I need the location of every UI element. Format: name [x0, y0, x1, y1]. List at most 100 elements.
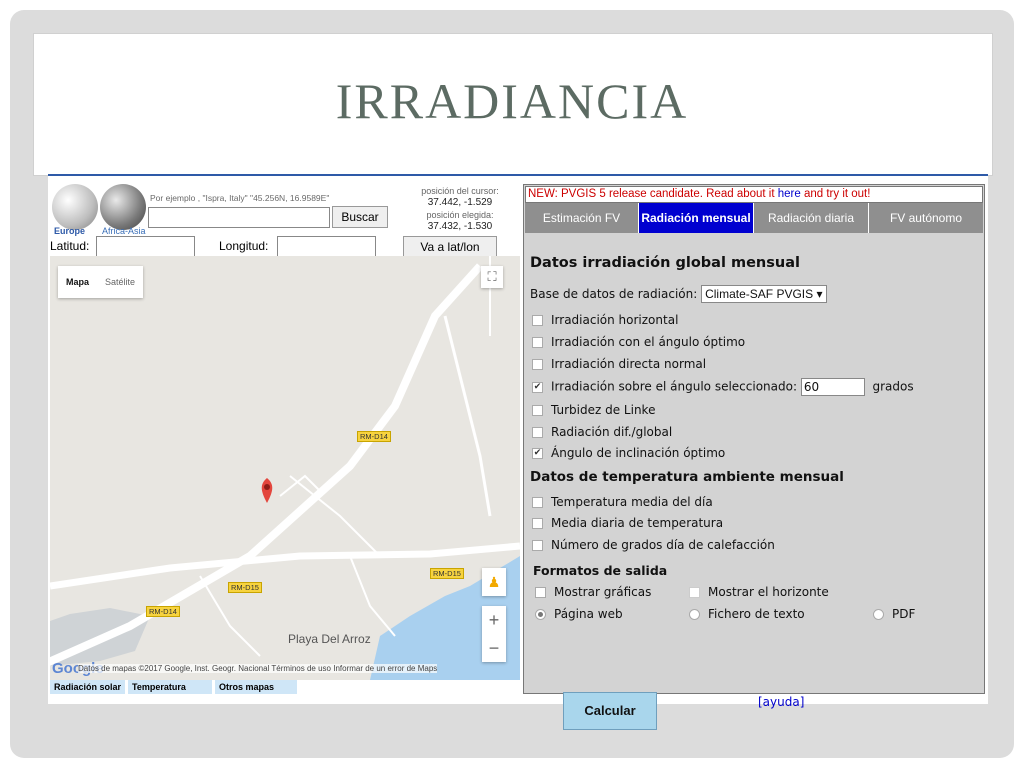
zoom-out-button[interactable]: − [482, 634, 506, 662]
news-link[interactable]: here [778, 188, 801, 200]
europe-label[interactable]: Europe [54, 226, 85, 236]
tab-fv-autonomo[interactable]: FV autónomo [869, 203, 983, 233]
option-label: Media diaria de temperatura [551, 516, 724, 530]
position-readout: posición del cursor: 37.442, -1.529 posi… [410, 185, 510, 233]
radio[interactable] [873, 609, 884, 620]
bottom-tabs: Radiación solar Temperatura Otros mapas [50, 680, 300, 694]
checkbox-checked[interactable]: ✔ [532, 448, 543, 459]
option-label: Irradiación con el ángulo óptimo [551, 335, 746, 349]
checkbox[interactable] [532, 359, 543, 370]
option-label: Temperatura media del día [551, 495, 713, 509]
road-label: RM-D14 [146, 606, 180, 617]
europe-globe-icon[interactable] [52, 184, 98, 230]
option-label: Mostrar el horizonte [708, 585, 829, 599]
tab-bar: Estimación FV Radiación mensual Radiació… [525, 203, 983, 233]
map-attribution[interactable]: Datos de mapas ©2017 Google, Inst. Geogr… [78, 664, 438, 673]
option-label: Irradiación sobre el ángulo seleccionado… [551, 379, 798, 394]
option-row: PDF [871, 607, 915, 621]
map-view[interactable]: Mapa Satélite ⛶ RM-D14 RM-D15 RM-D15 RM-… [50, 256, 520, 680]
option-row: Irradiación directa normal [530, 357, 706, 371]
option-row: Mostrar el horizonte [687, 585, 829, 599]
tab-estimacion-fv[interactable]: Estimación FV [525, 203, 639, 233]
checkbox[interactable] [532, 497, 543, 508]
option-row: Media diaria de temperatura [530, 516, 723, 530]
angle-input[interactable]: 60 [800, 378, 865, 396]
heading-temperature: Datos de temperatura ambiente mensual [530, 469, 844, 485]
search-example: Por ejemplo , "Ispra, Italy" "45.256N, 1… [150, 193, 330, 203]
checkbox-checked[interactable]: ✔ [532, 381, 543, 393]
tab-temperature[interactable]: Temperatura [128, 680, 213, 694]
chevron-down-icon: ▾ [816, 287, 823, 301]
tab-radiacion-mensual[interactable]: Radiación mensual [639, 203, 754, 233]
checkbox[interactable] [532, 337, 543, 348]
slide-title: IRRADIANCIA [335, 73, 689, 129]
africa-asia-globe-icon[interactable] [100, 184, 146, 230]
db-select[interactable]: Climate-SAF PVGIS ▾ [701, 285, 827, 303]
cursor-label: posición del cursor: [421, 186, 499, 196]
place-label: Playa Del Arroz [288, 632, 371, 646]
news-text-end: and try it out! [800, 188, 871, 200]
map-type-satellite[interactable]: Satélite [97, 266, 143, 298]
option-row: Mostrar gráficas [533, 585, 651, 599]
road-label: RM-D14 [357, 431, 391, 442]
checkbox[interactable] [532, 427, 543, 438]
map-panel: Europe Africa-Asia Por ejemplo , "Ispra,… [48, 180, 520, 700]
option-label: Mostrar gráficas [554, 585, 652, 599]
checkbox[interactable] [535, 587, 546, 598]
fullscreen-icon[interactable]: ⛶ [481, 266, 503, 288]
checkbox[interactable] [532, 540, 543, 551]
map-type-map[interactable]: Mapa [58, 266, 97, 298]
option-label: Ángulo de inclinación óptimo [551, 446, 726, 460]
pvgis-screenshot: Europe Africa-Asia Por ejemplo , "Ispra,… [48, 174, 988, 730]
pvgis-form-panel: NEW: PVGIS 5 release candidate. Read abo… [523, 184, 985, 730]
option-row: ✔ Ángulo de inclinación óptimo [530, 446, 725, 460]
option-label: Irradiación horizontal [551, 313, 679, 327]
checkbox[interactable] [532, 315, 543, 326]
street-view-pegman-icon[interactable]: ♟ [482, 568, 506, 596]
zoom-in-button[interactable]: + [482, 606, 506, 634]
tab-solar-radiation[interactable]: Radiación solar [50, 680, 126, 694]
tab-other-maps[interactable]: Otros mapas [215, 680, 298, 694]
longitude-label: Longitud: [219, 239, 269, 253]
radio-selected[interactable] [535, 609, 546, 620]
option-row: Temperatura media del día [530, 495, 713, 509]
longitude-input[interactable] [277, 236, 376, 258]
option-label: PDF [892, 607, 916, 621]
news-banner: NEW: PVGIS 5 release candidate. Read abo… [525, 186, 983, 203]
option-label: Turbidez de Linke [551, 403, 656, 417]
latitude-label: Latitud: [50, 239, 90, 253]
checkbox[interactable] [532, 405, 543, 416]
option-row: Página web [533, 607, 623, 621]
angle-unit: grados [872, 379, 914, 394]
option-row: Número de grados día de calefacción [530, 538, 775, 552]
tab-radiacion-diaria[interactable]: Radiación diaria [754, 203, 869, 233]
map-roads [50, 256, 520, 680]
calculate-button[interactable]: Calcular [563, 692, 657, 730]
search-button[interactable]: Buscar [332, 206, 388, 228]
option-label: Fichero de texto [708, 607, 805, 621]
latitude-input[interactable] [96, 236, 195, 258]
search-input[interactable] [148, 207, 330, 228]
option-row: ✔ Irradiación sobre el ángulo seleccionad… [530, 378, 914, 396]
map-type-control: Mapa Satélite [58, 266, 144, 298]
top-rule [48, 174, 988, 176]
africa-asia-label[interactable]: Africa-Asia [102, 226, 146, 236]
chosen-label: posición elegida: [426, 210, 494, 220]
radio[interactable] [689, 609, 700, 620]
go-latlon-button[interactable]: Va a lat/lon [403, 236, 497, 258]
db-label: Base de datos de radiación: [530, 287, 698, 301]
option-row: Radiación dif./global [530, 425, 672, 439]
help-link[interactable]: [ayuda] [758, 695, 804, 709]
heading-irradiation: Datos irradiación global mensual [530, 255, 800, 271]
road-label: RM-D15 [430, 568, 464, 579]
chosen-value: 37.432, -1.530 [427, 221, 493, 232]
option-row: Turbidez de Linke [530, 403, 655, 417]
option-row: Irradiación horizontal [530, 313, 678, 327]
checkbox[interactable] [689, 587, 700, 598]
db-select-value: Climate-SAF PVGIS [705, 287, 814, 301]
option-row: Irradiación con el ángulo óptimo [530, 335, 745, 349]
option-label: Página web [554, 607, 623, 621]
checkbox[interactable] [532, 518, 543, 529]
option-row: Fichero de texto [687, 607, 805, 621]
option-label: Número de grados día de calefacción [551, 538, 775, 552]
